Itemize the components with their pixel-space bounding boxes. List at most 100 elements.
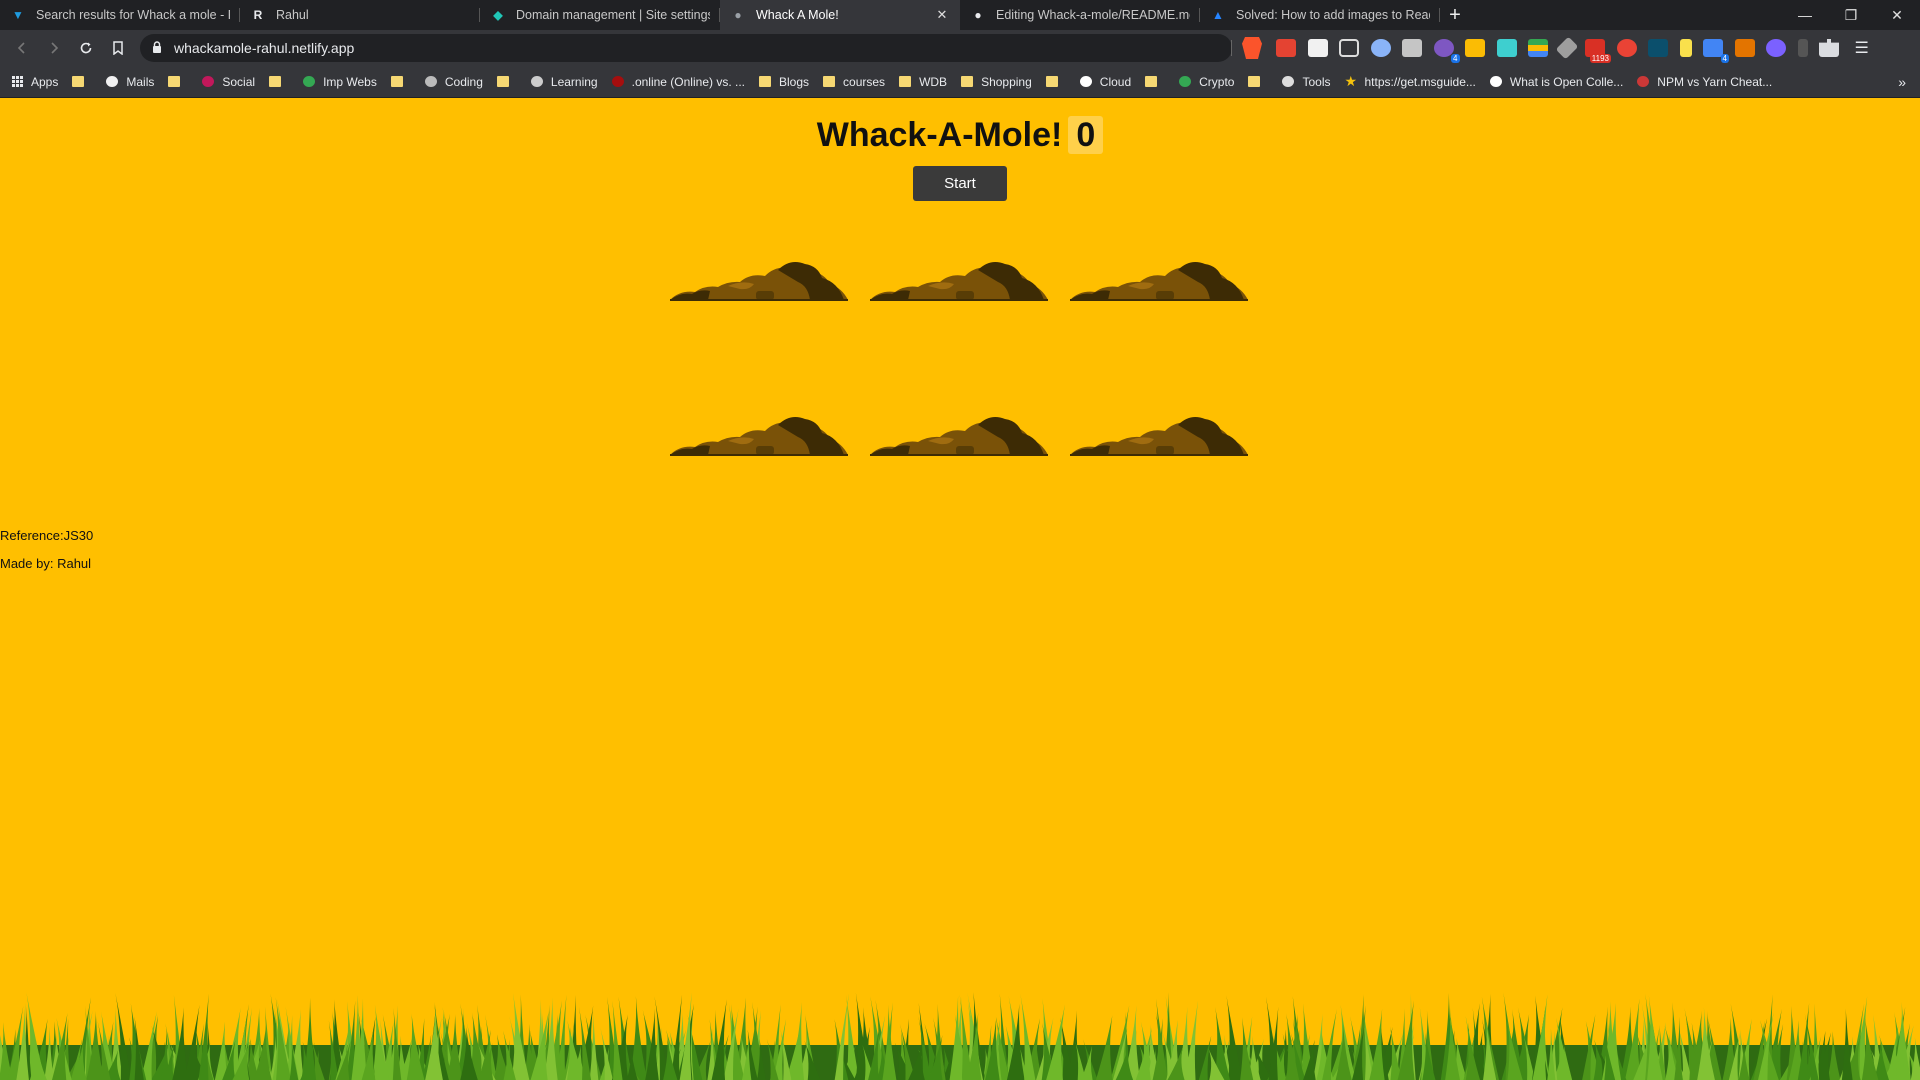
bookmark-item[interactable] xyxy=(390,76,411,87)
dark-extension-icon[interactable] xyxy=(1797,39,1808,57)
forward-arrow-icon xyxy=(51,42,59,54)
start-button[interactable]: Start xyxy=(913,166,1007,201)
mole-hole-4[interactable] xyxy=(670,411,848,456)
search-extension-icon[interactable] xyxy=(1734,39,1755,57)
bookmark-item[interactable]: Blogs xyxy=(759,75,809,89)
restore-icon[interactable]: ❐ xyxy=(1828,0,1874,30)
bookmark-item[interactable]: Imp Webs xyxy=(303,75,377,89)
bookmark-item[interactable]: Crypto xyxy=(1179,75,1234,89)
bookmark-item[interactable]: Tools xyxy=(1282,74,1331,89)
browser-toolbar: whackamole-rahul.netlify.app 4 1193 4 ☰ xyxy=(0,30,1920,66)
bookmark-item[interactable]: WDB xyxy=(899,75,947,89)
reload-button[interactable] xyxy=(70,32,102,64)
bookmark-label: https://get.msguide... xyxy=(1364,74,1476,89)
mole-hole-2[interactable] xyxy=(870,256,1048,301)
tab-title: Rahul xyxy=(276,8,309,22)
bookmark-item[interactable] xyxy=(72,76,92,87)
folder-icon xyxy=(1045,76,1058,87)
bookmark-item[interactable]: .online (Online) vs. ... xyxy=(611,75,745,89)
puzzle-extensions-icon[interactable] xyxy=(1819,39,1839,57)
grid-badge: 4 xyxy=(1720,54,1729,63)
tab-2[interactable]: R Rahul xyxy=(240,0,480,30)
pocket-extension-icon[interactable] xyxy=(1339,39,1359,57)
bookmark-item[interactable]: ★ https://get.msguide... xyxy=(1345,74,1476,89)
bookmark-item[interactable] xyxy=(1248,76,1268,87)
back-button[interactable] xyxy=(6,32,38,64)
bookmark-page-button[interactable] xyxy=(102,32,134,64)
grass-image xyxy=(0,992,1920,1080)
bookmark-icon xyxy=(113,41,123,55)
tab-5[interactable]: ● Editing Whack-a-mole/README.md at xyxy=(960,0,1200,30)
bookmark-item[interactable]: Mails xyxy=(106,75,154,89)
dirt-mound-icon xyxy=(670,417,848,456)
bookmark-item[interactable]: Cloud xyxy=(1079,74,1132,89)
minimize-icon[interactable]: — xyxy=(1782,0,1828,30)
m-extension-icon[interactable] xyxy=(1496,39,1517,57)
address-bar[interactable]: whackamole-rahul.netlify.app xyxy=(140,34,1232,62)
tab-title: Solved: How to add images to Readm xyxy=(1236,8,1430,22)
omnibox-divider xyxy=(1231,40,1232,56)
highlighter-extension-icon[interactable] xyxy=(1679,39,1692,57)
back-arrow-icon xyxy=(17,42,25,54)
bookmark-item[interactable] xyxy=(269,76,289,87)
folder-icon xyxy=(1248,76,1261,87)
vpn-extension-icon[interactable] xyxy=(1370,39,1391,57)
bookmark-item[interactable]: Shopping xyxy=(961,75,1032,89)
mole-hole-6[interactable] xyxy=(1070,411,1248,456)
forward-button[interactable] xyxy=(38,32,70,64)
bookmark-label: Tools xyxy=(1302,74,1331,89)
page-extension-icon[interactable] xyxy=(1402,39,1422,57)
bookmark-label: Imp Webs xyxy=(323,74,377,89)
bookmark-item[interactable] xyxy=(1045,76,1066,87)
bookmark-item[interactable]: Learning xyxy=(530,75,598,89)
hamburger-menu-icon[interactable]: ☰ xyxy=(1855,38,1869,58)
todoist-extension-icon[interactable] xyxy=(1276,39,1296,57)
reader-extension-icon[interactable] xyxy=(1307,39,1328,57)
mail-extension-icon[interactable]: 1193 xyxy=(1585,39,1611,63)
bookmark-item[interactable]: Apps xyxy=(12,75,58,89)
bookmark-item[interactable]: Coding xyxy=(424,75,483,89)
bookmark-label: WDB xyxy=(919,74,948,89)
mole-hole-1[interactable] xyxy=(670,256,848,301)
bookmark-item[interactable]: What is Open Colle... xyxy=(1489,74,1624,89)
url-text: whackamole-rahul.netlify.app xyxy=(174,40,355,56)
stack-extension-icon[interactable] xyxy=(1528,39,1548,57)
bookmark-item[interactable] xyxy=(496,76,517,87)
mole-hole-5[interactable] xyxy=(870,411,1048,456)
notes-extension-icon[interactable]: 4 xyxy=(1433,39,1460,63)
purple-extension-icon[interactable] xyxy=(1766,39,1786,57)
tab-4[interactable]: ● Whack A Mole! ✕ xyxy=(720,0,960,30)
bookmark-item[interactable] xyxy=(1145,76,1165,87)
mole-hole-3[interactable] xyxy=(1070,256,1248,301)
folder-icon xyxy=(269,76,282,87)
atlassian-icon: ▲ xyxy=(1212,8,1224,22)
new-tab-button[interactable]: + xyxy=(1440,0,1470,30)
close-window-icon[interactable]: ✕ xyxy=(1874,0,1920,30)
bookmark-item[interactable]: courses xyxy=(823,75,885,89)
n-extension-icon[interactable] xyxy=(1648,39,1668,57)
bookmark-item[interactable] xyxy=(168,76,188,87)
shield-extension-icon[interactable] xyxy=(1465,39,1485,57)
bookmark-label: What is Open Colle... xyxy=(1509,74,1624,89)
grid-extension-icon[interactable]: 4 xyxy=(1703,39,1729,63)
tab-3[interactable]: ◆ Domain management | Site settings xyxy=(480,0,720,30)
dirt-mound-icon xyxy=(1070,262,1248,301)
tab-6[interactable]: ▲ Solved: How to add images to Readm xyxy=(1200,0,1440,30)
tools-icon xyxy=(1282,76,1295,87)
social-icon xyxy=(202,76,215,87)
vuetify-icon: ▼ xyxy=(12,8,24,22)
record-extension-icon[interactable] xyxy=(1616,39,1637,57)
tab-title: Whack A Mole! xyxy=(756,8,839,22)
pen-extension-icon[interactable] xyxy=(1555,36,1578,60)
bookmark-item[interactable]: Social xyxy=(202,75,255,89)
game-heading: Whack-A-Mole! 0 xyxy=(0,116,1920,155)
bookmark-label: NPM vs Yarn Cheat... xyxy=(1657,74,1773,89)
more-bookmarks-icon[interactable]: » xyxy=(1898,74,1906,90)
brave-shields-icon[interactable] xyxy=(1242,37,1262,59)
close-tab-icon[interactable]: ✕ xyxy=(934,7,950,23)
bookmark-label: Social xyxy=(222,74,256,89)
game-title: Whack-A-Mole! xyxy=(816,116,1063,154)
tab-1[interactable]: ▼ Search results for Whack a mole - Flat xyxy=(0,0,240,30)
bookmark-label: Cloud xyxy=(1099,74,1132,89)
bookmark-item[interactable]: NPM vs Yarn Cheat... xyxy=(1637,75,1772,89)
